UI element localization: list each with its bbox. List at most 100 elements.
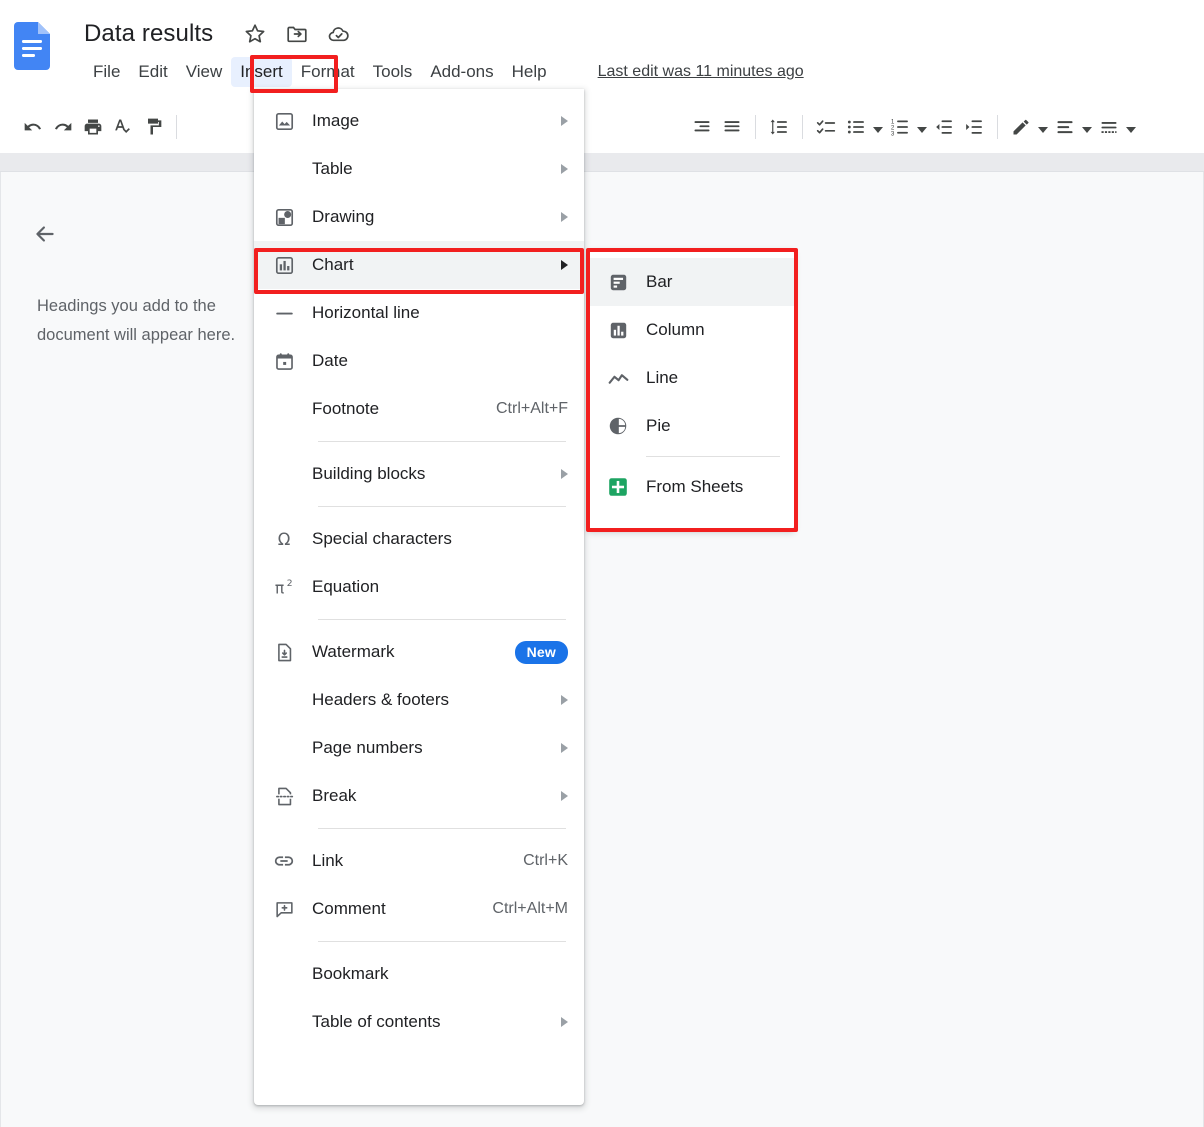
star-icon[interactable] <box>243 22 267 46</box>
menu-insert[interactable]: Insert <box>231 57 292 87</box>
toolbar-divider-2 <box>755 115 756 139</box>
title-action-icons <box>243 22 351 46</box>
edit-mode-icon[interactable] <box>1006 112 1036 142</box>
submenu-item-label: Line <box>646 366 678 390</box>
align-right-icon[interactable] <box>687 112 717 142</box>
menu-item-table[interactable]: Table <box>254 145 584 193</box>
menu-item-label: Building blocks <box>312 462 547 486</box>
submenu-item-line[interactable]: Line <box>588 354 794 402</box>
last-edit-status[interactable]: Last edit was 11 minutes ago <box>598 61 804 83</box>
menu-item-table-of-contents[interactable]: Table of contents <box>254 998 584 1046</box>
bulleted-list-icon[interactable] <box>841 112 871 142</box>
line-spacing-icon[interactable] <box>764 112 794 142</box>
svg-text:3: 3 <box>891 130 895 137</box>
menu-item-shortcut: Ctrl+K <box>523 852 568 870</box>
menu-item-comment[interactable]: Comment Ctrl+Alt+M <box>254 885 584 933</box>
menu-item-bookmark[interactable]: Bookmark <box>254 950 584 998</box>
menu-item-break[interactable]: Break <box>254 772 584 820</box>
toolbar-divider-3 <box>802 115 803 139</box>
menu-item-equation[interactable]: π2 Equation <box>254 563 584 611</box>
justify-icon[interactable] <box>717 112 747 142</box>
submenu-item-label: From Sheets <box>646 475 743 499</box>
submenu-arrow-icon <box>561 743 568 753</box>
menu-addons[interactable]: Add-ons <box>421 57 502 87</box>
menu-item-footnote[interactable]: Footnote Ctrl+Alt+F <box>254 385 584 433</box>
submenu-arrow-icon <box>561 116 568 126</box>
menu-item-date[interactable]: Date <box>254 337 584 385</box>
menu-item-chart[interactable]: Chart <box>254 241 584 289</box>
chart-submenu-panel: Bar Column Line <box>588 250 794 530</box>
toolbar-right-group: 123 <box>687 112 1138 142</box>
edit-mode-chevron-down-icon[interactable] <box>1036 112 1050 142</box>
submenu-item-label: Bar <box>646 270 672 294</box>
document-title[interactable]: Data results <box>84 19 213 49</box>
numbered-list-chevron-down-icon[interactable] <box>915 112 929 142</box>
menu-item-shortcut: Ctrl+Alt+M <box>492 900 568 918</box>
menu-item-image[interactable]: Image <box>254 97 584 145</box>
text-style-icon[interactable] <box>1050 112 1080 142</box>
drawing-icon <box>272 205 296 229</box>
menu-item-special-characters[interactable]: Ω Special characters <box>254 515 584 563</box>
calendar-icon <box>272 349 296 373</box>
decrease-indent-icon[interactable] <box>929 112 959 142</box>
menu-tools[interactable]: Tools <box>364 57 422 87</box>
submenu-item-pie[interactable]: Pie <box>588 402 794 450</box>
checklist-icon[interactable] <box>811 112 841 142</box>
borders-chevron-down-icon[interactable] <box>1124 112 1138 142</box>
google-docs-logo-icon <box>14 22 50 70</box>
close-outline-arrow-icon[interactable] <box>31 220 59 248</box>
menu-help[interactable]: Help <box>503 57 556 87</box>
redo-icon[interactable] <box>48 112 78 142</box>
menu-separator <box>318 441 566 442</box>
comment-icon <box>272 897 296 921</box>
text-style-chevron-down-icon[interactable] <box>1080 112 1094 142</box>
menu-item-page-numbers[interactable]: Page numbers <box>254 724 584 772</box>
menu-item-drawing[interactable]: Drawing <box>254 193 584 241</box>
numbered-list-icon[interactable]: 123 <box>885 112 915 142</box>
print-icon[interactable] <box>78 112 108 142</box>
menu-item-label: Watermark <box>312 640 515 664</box>
bulleted-list-chevron-down-icon[interactable] <box>871 112 885 142</box>
menu-item-horizontal-line[interactable]: Horizontal line <box>254 289 584 337</box>
no-icon-placeholder <box>272 397 296 421</box>
increase-indent-icon[interactable] <box>959 112 989 142</box>
menu-item-label: Table of contents <box>312 1010 547 1034</box>
submenu-arrow-icon <box>561 695 568 705</box>
outline-empty-text: Headings you add to the document will ap… <box>37 292 287 350</box>
borders-icon[interactable] <box>1094 112 1124 142</box>
submenu-item-bar[interactable]: Bar <box>588 258 794 306</box>
svg-text:Ω: Ω <box>278 530 291 549</box>
no-icon-placeholder <box>272 736 296 760</box>
column-chart-icon <box>606 318 630 342</box>
submenu-item-from-sheets[interactable]: From Sheets <box>588 463 794 511</box>
submenu-item-column[interactable]: Column <box>588 306 794 354</box>
undo-icon[interactable] <box>18 112 48 142</box>
menu-view[interactable]: View <box>177 57 232 87</box>
menu-item-label: Horizontal line <box>312 301 568 325</box>
menu-item-building-blocks[interactable]: Building blocks <box>254 450 584 498</box>
equation-icon: π2 <box>272 575 296 599</box>
menu-item-label: Special characters <box>312 527 568 551</box>
ruler-band <box>0 153 1204 172</box>
spellcheck-icon[interactable] <box>108 112 138 142</box>
menu-separator <box>318 828 566 829</box>
svg-text:π: π <box>275 579 284 597</box>
menu-format[interactable]: Format <box>292 57 364 87</box>
line-chart-icon <box>606 366 630 390</box>
submenu-item-label: Pie <box>646 414 671 438</box>
no-icon-placeholder <box>272 157 296 181</box>
submenu-arrow-icon <box>561 164 568 174</box>
google-docs-window: Data results <box>0 0 1204 1127</box>
paint-format-icon[interactable] <box>138 112 168 142</box>
menu-item-label: Drawing <box>312 205 547 229</box>
submenu-arrow-icon <box>561 791 568 801</box>
menu-item-shortcut: Ctrl+Alt+F <box>496 400 568 418</box>
menu-edit[interactable]: Edit <box>129 57 176 87</box>
cloud-saved-icon[interactable] <box>327 22 351 46</box>
menu-item-label: Break <box>312 784 547 808</box>
menu-item-link[interactable]: Link Ctrl+K <box>254 837 584 885</box>
menu-item-watermark[interactable]: Watermark New <box>254 628 584 676</box>
menu-file[interactable]: File <box>84 57 129 87</box>
move-to-folder-icon[interactable] <box>285 22 309 46</box>
menu-item-headers-footers[interactable]: Headers & footers <box>254 676 584 724</box>
